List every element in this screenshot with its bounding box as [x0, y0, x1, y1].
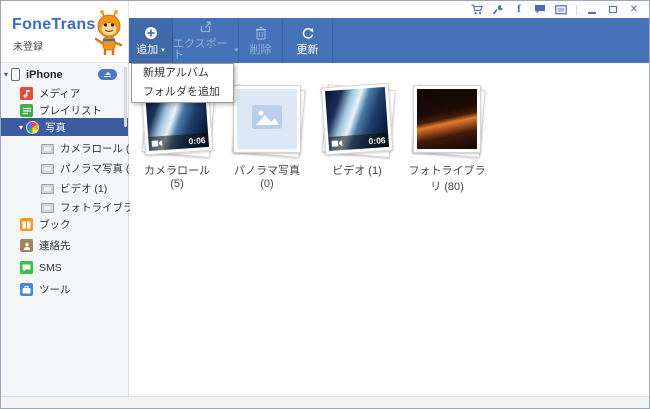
delete-button[interactable]: 削除	[239, 18, 283, 63]
logo-panel: FoneTrans 未登録	[1, 1, 129, 63]
feedback-window-icon[interactable]	[555, 4, 567, 16]
sidebar-item-label: SMS	[39, 262, 62, 274]
sidebar-item-camera-roll[interactable]: カメラロール (5)	[1, 140, 128, 157]
album-thumbnail	[413, 85, 481, 153]
album-photo-library[interactable]: フォトライブラリ (80)	[408, 85, 486, 194]
sidebar-item-label: ビデオ (1)	[60, 181, 107, 196]
tools-icon	[20, 283, 33, 296]
book-icon	[20, 218, 33, 231]
sidebar-item-label: プレイリスト	[39, 103, 102, 118]
titlebar: f ✕	[129, 1, 649, 18]
refresh-button-label: 更新	[297, 45, 319, 56]
sidebar-item-label: ブック	[39, 217, 71, 232]
media-icon	[20, 87, 33, 100]
export-dropdown-arrow-icon: ▾	[234, 47, 238, 54]
sidebar-item-media[interactable]: メディア	[1, 85, 128, 102]
fonetrans-window: FoneTrans 未登録	[0, 0, 650, 409]
toolbar: 追加▾ エクスポート▾ 削除 更新	[129, 18, 649, 63]
add-button[interactable]: 追加▾	[129, 18, 173, 63]
expand-arrow-icon[interactable]: ▾	[1, 70, 11, 79]
delete-button-label: 削除	[250, 45, 272, 56]
album-panorama[interactable]: パノラマ写真 (0)	[228, 85, 306, 194]
sidebar-item-panorama[interactable]: パノラマ写真 (0)	[1, 160, 128, 177]
sidebar-item-label: 写真	[45, 120, 66, 135]
sidebar-item-label: メディア	[39, 86, 80, 101]
album-icon	[41, 203, 54, 213]
album-label: ビデオ (1)	[318, 162, 396, 178]
add-dropdown-arrow-icon: ▾	[161, 47, 165, 54]
playlist-icon	[20, 104, 33, 117]
iphone-icon	[11, 68, 20, 81]
menu-item-new-album[interactable]: 新規アルバム	[132, 64, 233, 83]
sidebar-item-contacts[interactable]: 連絡先	[1, 237, 128, 254]
sidebar-item-label: 連絡先	[39, 238, 71, 253]
mascot-icon	[93, 10, 125, 61]
album-video[interactable]: 0:06 ビデオ (1)	[318, 85, 396, 194]
sidebar-item-playlist[interactable]: プレイリスト	[1, 102, 128, 119]
sidebar-item-label: ツール	[39, 282, 71, 297]
add-icon	[144, 26, 158, 43]
app-title: FoneTrans	[12, 16, 96, 34]
album-icon	[41, 144, 54, 154]
album-thumbnail: 0:06	[321, 83, 394, 156]
album-icon	[41, 184, 54, 194]
album-icon	[41, 164, 54, 174]
expand-arrow-icon[interactable]: ▾	[16, 123, 26, 132]
cart-icon[interactable]	[471, 4, 483, 16]
sidebar-item-sms[interactable]: SMS	[1, 259, 128, 276]
sidebar-item-books[interactable]: ブック	[1, 216, 128, 233]
video-camera-icon	[331, 134, 343, 151]
add-dropdown-menu: 新規アルバム フォルダを追加	[131, 63, 234, 103]
sidebar-item-photo-library[interactable]: フォトライブラリ (80)	[1, 199, 128, 216]
trash-icon	[255, 26, 267, 43]
export-button-label: エクスポート	[173, 39, 231, 61]
contacts-icon	[20, 239, 33, 252]
titlebar-separator	[576, 5, 577, 15]
export-icon	[199, 20, 213, 37]
chat-icon[interactable]	[534, 4, 546, 16]
export-button[interactable]: エクスポート▾	[173, 18, 239, 63]
video-duration: 0:06	[368, 135, 386, 146]
refresh-button[interactable]: 更新	[283, 18, 333, 63]
album-label: パノラマ写真 (0)	[228, 162, 306, 190]
sidebar-item-tools[interactable]: ツール	[1, 281, 128, 298]
maximize-button[interactable]	[607, 4, 619, 16]
album-label: フォトライブラリ (80)	[408, 162, 486, 194]
eject-button[interactable]	[98, 69, 117, 80]
sms-icon	[20, 261, 33, 274]
device-name: iPhone	[26, 69, 63, 81]
status-bar	[1, 396, 649, 408]
sidebar: ▾ iPhone メディア プレイリスト ▾ 写真 カメラロール (5)	[1, 63, 129, 396]
add-button-label: 追加	[136, 45, 158, 56]
sidebar-item-video[interactable]: ビデオ (1)	[1, 180, 128, 197]
facebook-icon[interactable]: f	[513, 4, 525, 16]
menu-item-add-folder[interactable]: フォルダを追加	[132, 83, 233, 102]
video-duration: 0:06	[188, 135, 206, 146]
close-button[interactable]: ✕	[628, 4, 640, 16]
sidebar-item-label: カメラロール (5)	[60, 141, 139, 156]
main-content: 0:06 カメラロール (5)	[130, 63, 649, 396]
album-thumbnail	[233, 85, 301, 153]
photos-icon	[26, 121, 39, 134]
registration-status: 未登録	[13, 38, 43, 53]
wrench-icon[interactable]	[492, 4, 504, 16]
placeholder-image-icon	[252, 105, 282, 134]
sidebar-item-label: パノラマ写真 (0)	[60, 161, 139, 176]
video-camera-icon	[151, 134, 163, 151]
sidebar-item-photos[interactable]: ▾ 写真	[1, 118, 128, 136]
minimize-button[interactable]	[586, 4, 598, 16]
album-label: カメラロール (5)	[138, 162, 216, 190]
sidebar-scrollbar[interactable]	[124, 67, 127, 127]
sidebar-item-iphone[interactable]: ▾ iPhone	[1, 66, 128, 83]
refresh-icon	[301, 26, 315, 43]
